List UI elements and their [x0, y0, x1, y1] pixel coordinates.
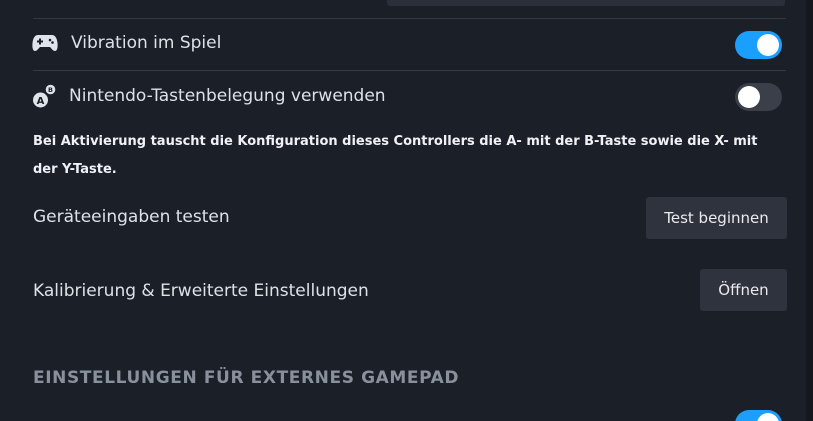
- settings-page: Vibration im Spiel A B Nintendo-Tastenbe…: [0, 0, 813, 421]
- test-inputs-label: Geräteeingaben testen: [33, 207, 230, 227]
- divider: [33, 18, 786, 19]
- toggle-knob: [757, 413, 779, 421]
- start-test-button[interactable]: Test beginnen: [646, 197, 787, 239]
- top-partial-control[interactable]: [387, 0, 785, 6]
- button-swap-icon: A B: [33, 84, 56, 108]
- open-calibration-button[interactable]: Öffnen: [700, 269, 787, 311]
- button-b-glyph: B: [48, 86, 53, 94]
- vibration-label: Vibration im Spiel: [71, 33, 222, 53]
- nintendo-layout-toggle[interactable]: [735, 83, 782, 111]
- button-a-glyph: A: [37, 96, 45, 107]
- scrollbar[interactable]: [806, 0, 813, 421]
- external-gamepad-toggle[interactable]: [735, 410, 782, 421]
- vibration-toggle[interactable]: [735, 31, 782, 59]
- toggle-knob: [757, 34, 779, 56]
- gamepad-icon: [32, 35, 58, 51]
- toggle-knob: [738, 86, 760, 108]
- external-gamepad-section-title: EINSTELLUNGEN FÜR EXTERNES GAMEPAD: [33, 368, 460, 388]
- nintendo-layout-label: Nintendo-Tastenbelegung verwenden: [69, 86, 386, 106]
- calibration-label: Kalibrierung & Erweiterte Einstellungen: [33, 281, 369, 301]
- divider: [33, 70, 786, 71]
- nintendo-layout-description: Bei Aktivierung tauscht die Konfiguratio…: [33, 134, 758, 177]
